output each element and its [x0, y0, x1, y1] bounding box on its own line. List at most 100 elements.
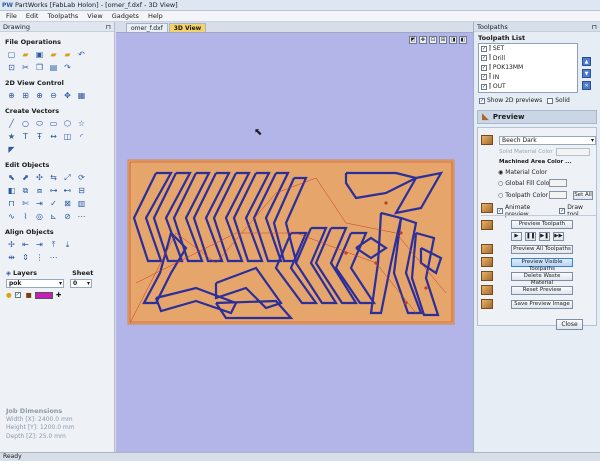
job-setup-icon[interactable]: ⊡: [6, 62, 17, 73]
copy-icon[interactable]: ❐: [34, 62, 45, 73]
group-icon[interactable]: ⧉: [20, 185, 31, 196]
tab-2d-file[interactable]: omer_f.dxf: [126, 23, 168, 32]
distribute-h-icon[interactable]: ⋮: [34, 252, 45, 263]
text-icon[interactable]: T: [20, 131, 31, 142]
preview-toolpath-button[interactable]: Preview Toolpath: [511, 220, 573, 229]
text-on-curve-icon[interactable]: Ŧ: [34, 131, 45, 142]
zoom-box-icon[interactable]: ⊞: [20, 90, 31, 101]
select-icon[interactable]: ⬉: [6, 172, 17, 183]
grid-icon[interactable]: ▦: [76, 90, 87, 101]
align-bottom-icon[interactable]: ⤓: [62, 239, 73, 250]
zoom-out-icon[interactable]: ⊖: [48, 90, 59, 101]
layer-add-icon[interactable]: ✚: [56, 291, 61, 299]
solid-checkbox[interactable]: [547, 97, 554, 104]
dimension-icon[interactable]: ↔: [48, 131, 59, 142]
check-icon[interactable]: ✓: [48, 198, 59, 209]
new-file-icon[interactable]: ▢: [6, 49, 17, 60]
distribute-v-icon[interactable]: ⋯: [48, 252, 59, 263]
move-icon[interactable]: ⇆: [48, 172, 59, 183]
delete-toolpath-icon[interactable]: ✕: [582, 81, 591, 90]
toolpath-item[interactable]: ✓ ⫿ OUT: [479, 82, 577, 92]
zoom-extents-icon[interactable]: ⊕: [6, 90, 17, 101]
play-icon[interactable]: ▶: [511, 232, 522, 241]
move-up-icon[interactable]: ▲: [582, 57, 591, 66]
zoom-in-icon[interactable]: ⊕: [34, 90, 45, 101]
trim-icon[interactable]: ✄: [20, 198, 31, 209]
save-preview-image-button[interactable]: Save Preview Image: [511, 300, 573, 309]
open-file-icon[interactable]: ▰: [20, 49, 31, 60]
redo-icon[interactable]: ↷: [62, 62, 73, 73]
ellipse-icon[interactable]: ⬭: [34, 118, 45, 129]
nest-icon[interactable]: ▥: [76, 198, 87, 209]
move-down-icon[interactable]: ▼: [582, 69, 591, 78]
toolpath-item[interactable]: ✓ ⫿ Drill: [479, 54, 577, 64]
paste-icon[interactable]: ▤: [48, 62, 59, 73]
bulb-icon[interactable]: ●: [6, 291, 12, 299]
lock-icon[interactable]: ■: [26, 291, 32, 299]
weld-icon[interactable]: ⊷: [62, 185, 73, 196]
preview-visible-button[interactable]: Preview Visible Toolpaths: [511, 258, 573, 272]
menu-help[interactable]: Help: [148, 12, 163, 20]
star-icon[interactable]: ☆: [76, 118, 87, 129]
offset-icon[interactable]: ◫: [62, 131, 73, 142]
cut-icon[interactable]: ✂: [20, 62, 31, 73]
circle-icon[interactable]: ○: [20, 118, 31, 129]
scale-icon[interactable]: ⤢: [62, 172, 73, 183]
import-bitmap-icon[interactable]: ▰: [62, 49, 73, 60]
pause-icon[interactable]: ❚❚: [525, 232, 536, 241]
polygon-icon[interactable]: ⬡: [62, 118, 73, 129]
draw-line-icon[interactable]: ╱: [6, 118, 17, 129]
draw-tool-checkbox[interactable]: ✓: [559, 208, 566, 214]
toolpath-item[interactable]: ✓ ⫿ POK13MM: [479, 63, 577, 73]
extend-icon[interactable]: ⇥: [34, 198, 45, 209]
toolpath-checkbox[interactable]: ✓: [481, 74, 487, 81]
layer-color-swatch[interactable]: [34, 291, 53, 299]
global-fill-color-swatch[interactable]: [549, 179, 567, 187]
animate-checkbox[interactable]: ✓: [497, 208, 503, 214]
align-hcenter-icon[interactable]: ⇹: [6, 252, 17, 263]
transform-icon[interactable]: ✣: [34, 172, 45, 183]
delete-waste-button[interactable]: Delete Waste Material: [511, 272, 573, 286]
pin-icon[interactable]: ⊓: [592, 22, 597, 31]
trace-icon[interactable]: ◤: [6, 144, 17, 155]
menu-file[interactable]: File: [6, 12, 17, 20]
ungroup-icon[interactable]: ⧈: [34, 185, 45, 196]
reset-preview-button[interactable]: Reset Preview: [511, 286, 573, 295]
fast-forward-icon[interactable]: ▶▶: [553, 232, 564, 241]
import-icon[interactable]: ▰: [48, 49, 59, 60]
align-top-icon[interactable]: ⤒: [48, 239, 59, 250]
menu-edit[interactable]: Edit: [26, 12, 39, 20]
smooth-icon[interactable]: ⌇: [20, 211, 31, 222]
radio-material[interactable]: ◉: [498, 169, 503, 176]
layer-select[interactable]: pok: [6, 279, 64, 288]
step-icon[interactable]: ▶❚: [539, 232, 550, 241]
preview-header[interactable]: ◣ Preview: [477, 110, 597, 124]
toolpath-color-swatch[interactable]: [549, 191, 567, 199]
layer-visible-checkbox[interactable]: ✓: [14, 292, 21, 298]
array-icon[interactable]: ⊠: [62, 198, 73, 209]
menu-view[interactable]: View: [87, 12, 102, 20]
material-sheet-preview[interactable]: ⬉: [116, 33, 473, 452]
save-icon[interactable]: ▣: [34, 49, 45, 60]
pin-icon[interactable]: ⊓: [106, 22, 111, 31]
close-button[interactable]: Close: [556, 319, 583, 330]
sheet-select[interactable]: 0: [70, 279, 92, 288]
view-area[interactable]: omer_f.dxf 3D View ◩ ✥ ⊡ ⊞ ◨ ◧ ⬉: [116, 22, 473, 452]
align-center-icon[interactable]: ✢: [6, 239, 17, 250]
show-2d-checkbox[interactable]: ✓: [479, 97, 485, 104]
rotate-icon[interactable]: ⟳: [76, 172, 87, 183]
preview-all-button[interactable]: Preview All Toolpaths: [511, 245, 573, 254]
solid-material-color-swatch[interactable]: [556, 148, 590, 156]
menu-gadgets[interactable]: Gadgets: [112, 12, 139, 20]
align-left-icon[interactable]: ⇤: [20, 239, 31, 250]
undo-icon[interactable]: ↶: [76, 49, 87, 60]
star-shape-icon[interactable]: ★: [6, 131, 17, 142]
node-edit-icon[interactable]: ⬈: [20, 172, 31, 183]
mirror-icon[interactable]: ◧: [6, 185, 17, 196]
set-all-button[interactable]: Set All: [573, 191, 593, 200]
delete-duplicate-icon[interactable]: ⊘: [62, 211, 73, 222]
toolpath-checkbox[interactable]: ✓: [481, 64, 487, 71]
pan-icon[interactable]: ✥: [62, 90, 73, 101]
subtract-icon[interactable]: ⊟: [76, 185, 87, 196]
menu-toolpaths[interactable]: Toolpaths: [47, 12, 78, 20]
